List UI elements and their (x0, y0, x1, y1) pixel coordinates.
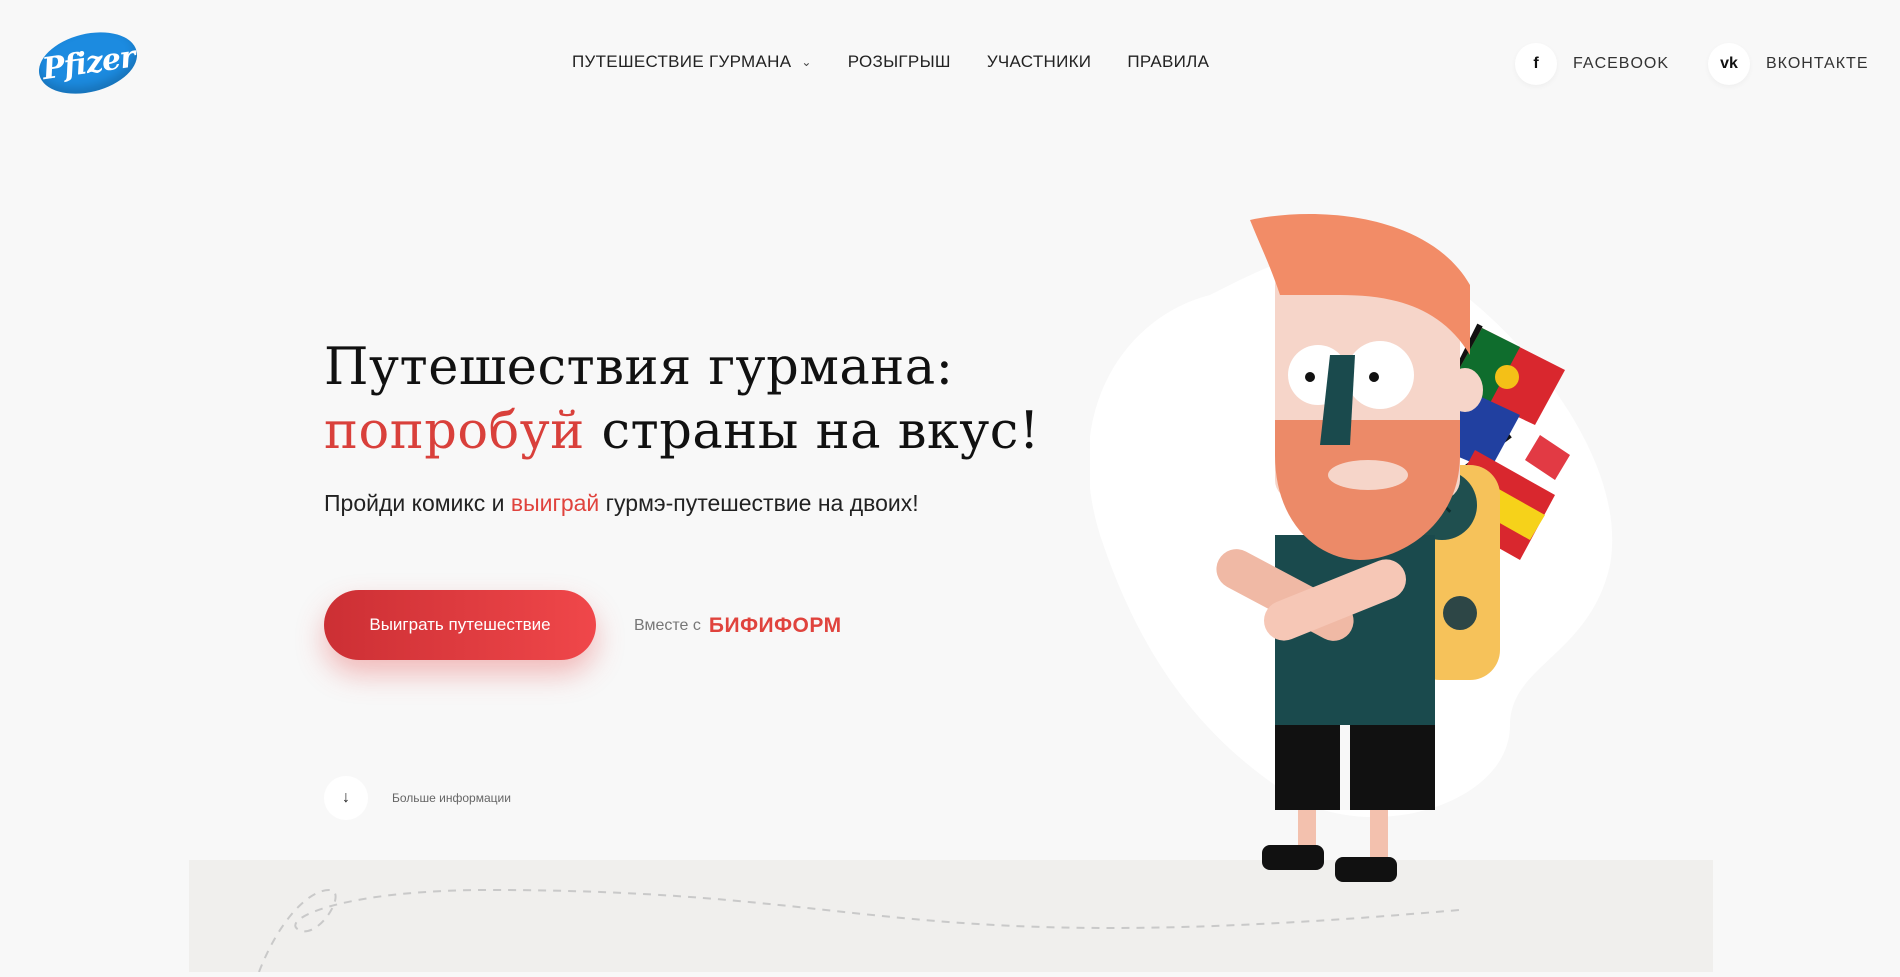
logo-text: Pfizer (39, 39, 137, 87)
subtitle-pre: Пройди комикс и (324, 490, 511, 516)
hero-title-line2: попробуй страны на вкус! (324, 400, 1040, 464)
nav-item-label: РОЗЫГРЫШ (847, 52, 951, 71)
nav-item-rules[interactable]: ПРАВИЛА (1127, 52, 1209, 72)
traveler-illustration: ✕ (1090, 213, 1612, 882)
nav-item-label: ПРАВИЛА (1127, 52, 1210, 71)
main-nav: ПУТЕШЕСТВИЕ ГУРМАНА ⌄ РОЗЫГРЫШ УЧАСТНИКИ… (572, 52, 1245, 72)
more-info-label: Больше информации (392, 791, 511, 805)
arrow-down-icon: ↓ (324, 776, 368, 820)
vk-icon: vk (1708, 43, 1750, 85)
nav-item-participants[interactable]: УЧАСТНИКИ (987, 52, 1092, 72)
hero-title: Путешествия гурмана: попробуй страны на … (324, 336, 1040, 464)
vkontakte-link[interactable]: vk ВКОНТАКТЕ (1708, 43, 1869, 85)
nav-item-label: УЧАСТНИКИ (986, 52, 1092, 71)
facebook-link[interactable]: f FACEBOOK (1515, 43, 1669, 85)
hero-title-line1: Путешествия гурмана: (324, 338, 954, 397)
win-trip-button[interactable]: Выиграть путешествие (324, 590, 596, 660)
together-label: Вместе с (634, 617, 701, 634)
bifiform-logo[interactable]: БИФИФОРМ (709, 614, 842, 638)
hero-subtitle: Пройди комикс и выиграй гурмэ-путешестви… (324, 490, 919, 517)
vkontakte-label: ВКОНТАКТЕ (1766, 55, 1869, 72)
chevron-down-icon: ⌄ (801, 55, 812, 69)
hero-title-rest: страны на вкус! (601, 402, 1040, 461)
subtitle-post: гурмэ-путешествие на двоих! (599, 490, 919, 516)
more-info-link[interactable]: ↓ Больше информации (324, 776, 511, 820)
partner-block: Вместе с БИФИФОРМ (634, 614, 842, 638)
subtitle-accent: выиграй (510, 490, 600, 516)
pfizer-logo[interactable]: Pfizer (32, 22, 144, 104)
facebook-label: FACEBOOK (1573, 55, 1670, 72)
nav-item-label: ПУТЕШЕСТВИЕ ГУРМАНА (572, 52, 792, 71)
nav-item-draw[interactable]: РОЗЫГРЫШ (848, 52, 951, 72)
hero-title-accent: попробуй (324, 402, 585, 461)
nav-item-gourmet-journey[interactable]: ПУТЕШЕСТВИЕ ГУРМАНА ⌄ (572, 52, 812, 72)
facebook-icon: f (1515, 43, 1557, 85)
